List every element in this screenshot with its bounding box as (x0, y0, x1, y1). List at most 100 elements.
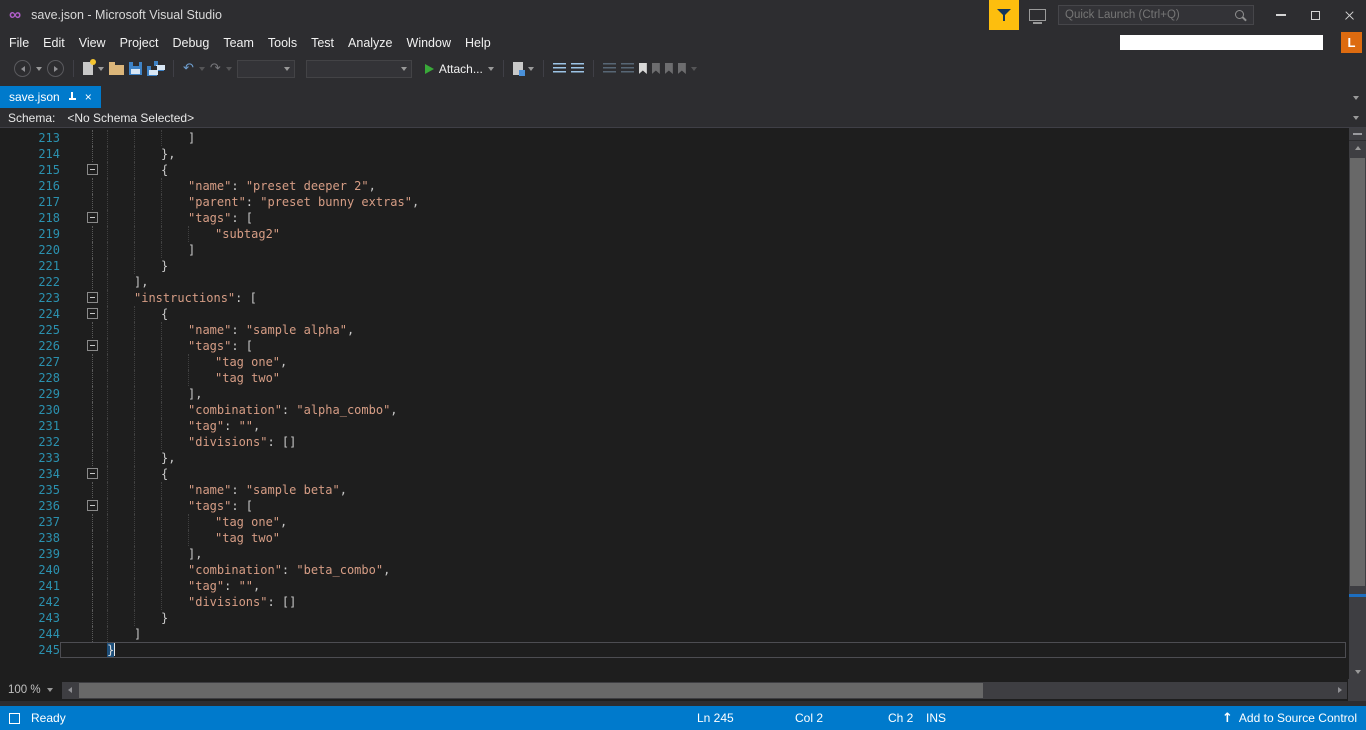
navigate-forward-button[interactable] (47, 60, 64, 77)
code-text[interactable]: }, (103, 450, 175, 466)
redo-dropdown-icon[interactable] (226, 67, 232, 71)
schema-selector[interactable]: <No Schema Selected> (67, 111, 194, 125)
tab-save-json[interactable]: save.json × (0, 86, 101, 108)
code-text[interactable]: ] (103, 130, 195, 146)
line-number[interactable]: 237 (0, 514, 60, 530)
code-text[interactable]: "tag": "", (103, 578, 260, 594)
scroll-up-icon[interactable] (1349, 141, 1366, 155)
tab-close-icon[interactable]: × (85, 91, 92, 103)
line-number[interactable]: 234 (0, 466, 60, 482)
undo-dropdown-icon[interactable] (199, 67, 205, 71)
vertical-scroll-thumb[interactable] (1350, 158, 1365, 586)
code-line[interactable]: 221} (0, 258, 1366, 274)
code-text[interactable]: }, (103, 146, 175, 162)
line-number[interactable]: 217 (0, 194, 60, 210)
code-text[interactable]: ], (103, 274, 148, 290)
scroll-left-icon[interactable] (62, 687, 77, 693)
line-number[interactable]: 238 (0, 530, 60, 546)
collapse-region-icon[interactable] (87, 340, 98, 351)
line-number[interactable]: 236 (0, 498, 60, 514)
previous-bookmark-icon[interactable] (652, 63, 660, 74)
next-bookmark-icon[interactable] (665, 63, 673, 74)
clear-bookmarks-icon[interactable] (678, 63, 686, 74)
code-text[interactable]: "tag two" (103, 370, 280, 386)
code-line[interactable]: 220] (0, 242, 1366, 258)
line-number[interactable]: 220 (0, 242, 60, 258)
line-number[interactable]: 221 (0, 258, 60, 274)
code-line[interactable]: 223"instructions": [ (0, 290, 1366, 306)
menu-item-help[interactable]: Help (458, 33, 498, 53)
line-number[interactable]: 231 (0, 418, 60, 434)
collapse-region-icon[interactable] (87, 292, 98, 303)
line-number[interactable]: 225 (0, 322, 60, 338)
code-text[interactable]: "name": "sample alpha", (103, 322, 354, 338)
code-line[interactable]: 238 "tag two" (0, 530, 1366, 546)
code-text[interactable]: ], (103, 386, 202, 402)
code-line[interactable]: 234{ (0, 466, 1366, 482)
code-line[interactable]: 226"tags": [ (0, 338, 1366, 354)
line-number[interactable]: 222 (0, 274, 60, 290)
code-text[interactable]: "tags": [ (103, 210, 253, 226)
code-text[interactable]: "divisions": [] (103, 434, 296, 450)
code-text[interactable]: { (103, 306, 168, 322)
menu-item-tools[interactable]: Tools (261, 33, 304, 53)
scroll-down-icon[interactable] (1349, 665, 1366, 679)
code-line[interactable]: 216 "name": "preset deeper 2", (0, 178, 1366, 194)
menu-item-project[interactable]: Project (113, 33, 166, 53)
code-line[interactable]: 243} (0, 610, 1366, 626)
code-line[interactable]: 228"tag two" (0, 370, 1366, 386)
code-text[interactable]: "name": "sample beta", (103, 482, 347, 498)
code-line[interactable]: 213] (0, 130, 1366, 146)
vertical-scrollbar[interactable] (1349, 128, 1366, 679)
code-line[interactable]: 231 "tag": "", (0, 418, 1366, 434)
quick-launch-input[interactable] (1059, 9, 1235, 21)
code-line[interactable]: 219"subtag2" (0, 226, 1366, 242)
schema-document-icon[interactable] (513, 62, 523, 75)
save-icon[interactable] (129, 62, 142, 75)
code-line[interactable]: 240"combination": "beta_combo", (0, 562, 1366, 578)
code-line[interactable]: 230"combination": "alpha_combo", (0, 402, 1366, 418)
open-file-icon[interactable] (109, 65, 124, 75)
attach-button[interactable]: Attach... (425, 62, 494, 76)
line-number[interactable]: 242 (0, 594, 60, 610)
menu-item-edit[interactable]: Edit (36, 33, 72, 53)
code-line[interactable]: 215{ (0, 162, 1366, 178)
code-text[interactable]: "tag": "", (103, 418, 260, 434)
new-dropdown-icon[interactable] (98, 67, 104, 71)
line-number[interactable]: 216 (0, 178, 60, 194)
code-text[interactable]: "tag two" (103, 530, 280, 546)
line-number[interactable]: 239 (0, 546, 60, 562)
code-line[interactable]: 241"tag": "", (0, 578, 1366, 594)
line-number[interactable]: 229 (0, 386, 60, 402)
add-to-source-control-button[interactable]: ↑ Add to Source Control (1222, 706, 1357, 730)
menu-search-input[interactable] (1120, 35, 1323, 50)
code-line[interactable]: 214}, (0, 146, 1366, 162)
nav-dropdown-icon[interactable] (36, 67, 42, 71)
account-badge[interactable]: L (1341, 32, 1362, 53)
code-text[interactable]: "tags": [ (103, 338, 253, 354)
menu-item-test[interactable]: Test (304, 33, 341, 53)
collapse-region-icon[interactable] (87, 500, 98, 511)
format-selection-icon[interactable] (571, 63, 584, 74)
format-document-icon[interactable] (553, 63, 566, 74)
configuration-combobox[interactable] (306, 60, 412, 78)
code-line[interactable]: 235"name": "sample beta", (0, 482, 1366, 498)
code-line[interactable]: 233}, (0, 450, 1366, 466)
schema-dropdown-icon[interactable] (528, 67, 534, 71)
line-number[interactable]: 213 (0, 130, 60, 146)
menu-item-team[interactable]: Team (216, 33, 261, 53)
code-line[interactable]: 217"parent": "preset bunny extras", (0, 194, 1366, 210)
new-project-icon[interactable] (83, 62, 93, 75)
menu-item-analyze[interactable]: Analyze (341, 33, 399, 53)
code-line[interactable]: 236"tags": [ (0, 498, 1366, 514)
code-text[interactable]: ] (103, 242, 195, 258)
schema-bar-dropdown-icon[interactable] (1353, 116, 1359, 120)
code-line[interactable]: 237 "tag one", (0, 514, 1366, 530)
code-text[interactable]: "tag one", (103, 514, 287, 530)
undo-icon[interactable]: ↶ (183, 61, 194, 76)
code-text[interactable]: "name": "preset deeper 2", (103, 178, 376, 194)
line-number[interactable]: 224 (0, 306, 60, 322)
close-button[interactable] (1332, 0, 1366, 30)
scroll-right-icon[interactable] (1332, 687, 1347, 693)
code-line[interactable]: 242"divisions": [] (0, 594, 1366, 610)
